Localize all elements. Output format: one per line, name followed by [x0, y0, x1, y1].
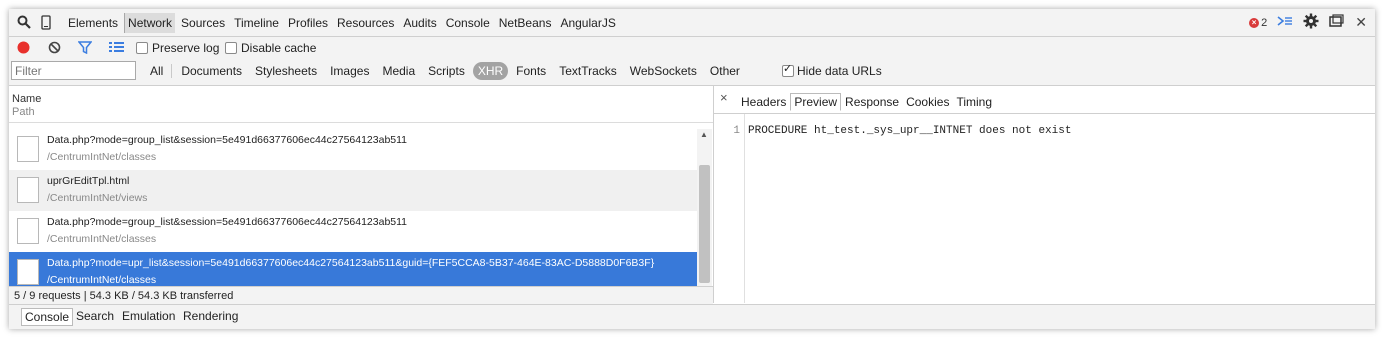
preserve-log-checkbox[interactable]: Preserve log	[136, 41, 219, 55]
file-icon	[17, 259, 39, 285]
filter-type-xhr[interactable]: XHR	[472, 62, 509, 80]
path-header-label: Path	[12, 106, 35, 118]
request-row[interactable]: Data.php?mode=group_list&session=5e491d6…	[9, 211, 697, 252]
error-counter[interactable]: × 2	[1249, 17, 1267, 29]
file-icon	[17, 177, 39, 203]
filter-type-images[interactable]: Images	[325, 62, 374, 80]
filter-type-fonts[interactable]: Fonts	[511, 62, 551, 80]
filter-type-all[interactable]: All	[145, 62, 168, 80]
drawer-tab-bar: Console Search Emulation Rendering	[9, 304, 1375, 329]
request-rows: Data.php?mode=group_list&session=5e491d6…	[9, 129, 697, 293]
name-header-label: Name	[12, 93, 42, 105]
request-name: uprGrEditTpl.html	[47, 175, 130, 187]
file-icon	[17, 218, 39, 244]
header-divider	[9, 122, 713, 123]
request-name: Data.php?mode=upr_list&session=5e491d663…	[47, 257, 655, 269]
settings-gear-icon[interactable]	[1303, 13, 1319, 32]
disable-cache-box[interactable]	[225, 42, 237, 54]
request-detail-panel: × Headers Preview Response Cookies Timing 1 …	[714, 86, 1375, 303]
request-path: /CentrumIntNet/views	[47, 192, 148, 204]
detail-tab-preview[interactable]: Preview	[790, 93, 842, 111]
request-list-panel: Name Path Data.php?mode=group_list&sessi…	[9, 86, 714, 303]
clear-icon[interactable]	[48, 41, 61, 54]
name-column-header[interactable]: Name Path	[12, 93, 41, 119]
scrollbar-thumb[interactable]	[699, 165, 710, 283]
preserve-log-box[interactable]	[136, 42, 148, 54]
hide-data-urls-label: Hide data URLs	[797, 64, 882, 78]
request-list-scrollbar[interactable]: ▲ ▼	[697, 129, 712, 293]
tab-audits[interactable]: Audits	[400, 13, 439, 33]
main-tab-bar: Elements Network Sources Timeline Profiles Re…	[9, 9, 1375, 37]
preview-content: PROCEDURE ht_test._sys_upr__INTNET does …	[748, 125, 1072, 137]
line-number: 1	[733, 125, 740, 137]
tab-console[interactable]: Console	[443, 13, 493, 33]
preserve-log-label: Preserve log	[152, 41, 220, 55]
request-path: /CentrumIntNet/classes	[47, 151, 157, 163]
drawer-tab-rendering[interactable]: Rendering	[180, 308, 241, 324]
disable-cache-checkbox[interactable]: Disable cache	[225, 41, 316, 55]
network-toolbar: Preserve log Disable cache	[9, 37, 1375, 59]
device-mode-icon[interactable]	[41, 15, 55, 30]
detail-tab-response[interactable]: Response	[842, 94, 902, 110]
request-path: /CentrumIntNet/classes	[47, 274, 157, 286]
request-row[interactable]: Data.php?mode=group_list&session=5e491d6…	[9, 129, 697, 170]
filter-type-other[interactable]: Other	[705, 62, 745, 80]
disable-cache-label: Disable cache	[241, 41, 317, 55]
filter-type-scripts[interactable]: Scripts	[423, 62, 470, 80]
close-icon[interactable]: ✕	[1355, 14, 1367, 31]
main-tabs: Elements Network Sources Timeline Profiles Re…	[65, 9, 622, 36]
filter-input[interactable]	[11, 61, 136, 80]
request-name: Data.php?mode=group_list&session=5e491d6…	[47, 216, 408, 228]
top-right-controls: × 2 ✕	[1249, 9, 1367, 36]
request-path: /CentrumIntNet/classes	[47, 233, 157, 245]
tab-profiles[interactable]: Profiles	[285, 13, 331, 33]
record-icon[interactable]	[17, 41, 30, 54]
large-rows-icon[interactable]	[109, 41, 124, 53]
close-detail-icon[interactable]: ×	[720, 90, 728, 105]
hide-data-urls-box[interactable]	[782, 62, 794, 77]
detail-tabs-divider	[714, 113, 1375, 114]
tab-angularjs[interactable]: AngularJS	[557, 13, 618, 33]
dock-side-icon[interactable]	[1329, 14, 1345, 31]
drawer-tab-emulation[interactable]: Emulation	[119, 308, 178, 324]
console-drawer-icon[interactable]	[1277, 15, 1293, 30]
tab-netbeans[interactable]: NetBeans	[496, 13, 555, 33]
scroll-up-arrow-icon[interactable]: ▲	[700, 130, 708, 139]
filter-type-documents[interactable]: Documents	[176, 62, 247, 80]
drawer-tab-console[interactable]: Console	[21, 308, 74, 326]
filter-type-media[interactable]: Media	[377, 62, 420, 80]
file-icon	[17, 136, 39, 162]
filter-type-texttracks[interactable]: TextTracks	[554, 62, 622, 80]
filter-separator	[171, 64, 173, 78]
tab-elements[interactable]: Elements	[65, 13, 121, 33]
tab-timeline[interactable]: Timeline	[231, 13, 282, 33]
hide-data-urls-checkbox[interactable]: Hide data URLs	[782, 62, 882, 78]
drawer-tab-search[interactable]: Search	[73, 308, 117, 324]
tab-network[interactable]: Network	[124, 12, 176, 33]
filter-bar: All DocumentsStylesheetsImagesMediaScript…	[9, 59, 1375, 86]
detail-tab-timing[interactable]: Timing	[953, 94, 995, 110]
search-icon[interactable]	[17, 15, 31, 29]
resource-type-filters: All Documents Stylesheets Images Media Script…	[145, 59, 748, 83]
line-number-gutter: 1	[714, 114, 745, 303]
request-name: Data.php?mode=group_list&session=5e491d6…	[47, 134, 408, 146]
detail-tabs: Headers Preview Response Cookies Timing	[738, 93, 996, 111]
filter-type-websockets[interactable]: WebSockets	[625, 62, 702, 80]
filter-icon[interactable]	[78, 41, 92, 54]
request-summary-status: 5 / 9 requests | 54.3 KB / 54.3 KB trans…	[9, 286, 713, 304]
request-row[interactable]: uprGrEditTpl.html/CentrumIntNet/views	[9, 170, 697, 211]
filter-type-stylesheets[interactable]: Stylesheets	[250, 62, 322, 80]
detail-tab-cookies[interactable]: Cookies	[903, 94, 952, 110]
tab-sources[interactable]: Sources	[178, 13, 228, 33]
tab-resources[interactable]: Resources	[334, 13, 397, 33]
devtools-window: Elements Network Sources Timeline Profiles Re…	[9, 9, 1375, 329]
detail-tab-headers[interactable]: Headers	[738, 94, 789, 110]
error-icon: ×	[1249, 17, 1260, 28]
error-count: 2	[1261, 16, 1268, 29]
